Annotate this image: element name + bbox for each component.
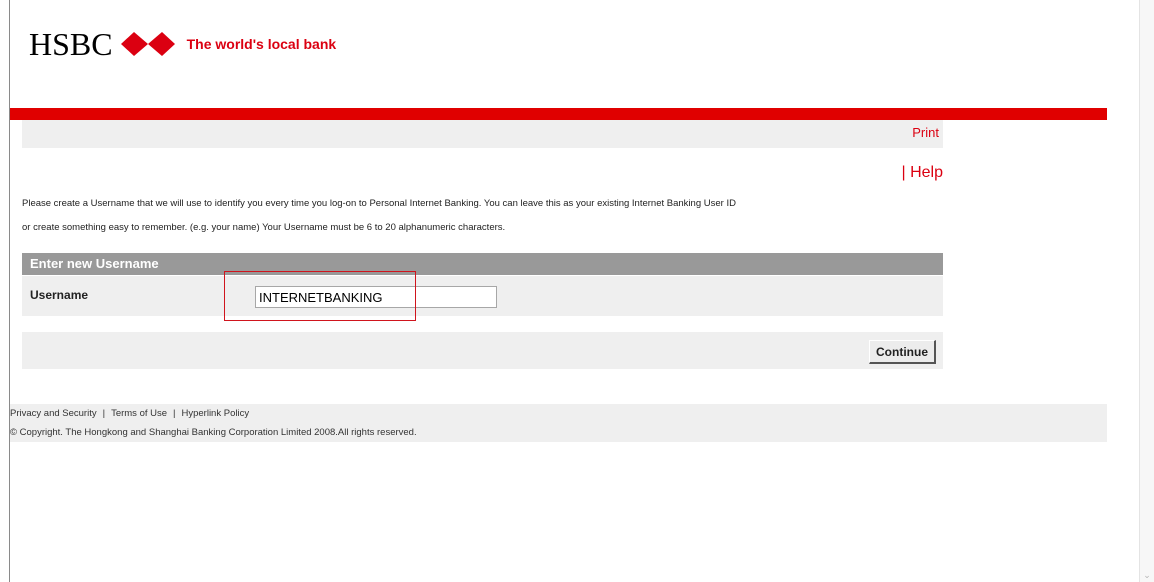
footer-link-terms[interactable]: Terms of Use: [111, 408, 167, 419]
username-row: Username: [22, 276, 943, 316]
brand-name: HSBC: [29, 26, 113, 62]
help-link[interactable]: Help: [910, 164, 943, 181]
footer-separator: |: [102, 408, 106, 419]
action-row: Continue: [22, 332, 943, 369]
help-row: | Help: [22, 164, 943, 182]
page: ⌄ HSBC The world's local bank Print | He…: [0, 0, 1154, 582]
site-header: HSBC The world's local bank: [29, 24, 336, 64]
username-input[interactable]: [255, 286, 497, 308]
print-link[interactable]: Print: [912, 125, 939, 140]
scroll-down-arrow-icon[interactable]: ⌄: [1143, 571, 1151, 580]
print-bar: Print: [22, 120, 943, 148]
footer-links: Privacy and Security | Terms of Use | Hyperl…: [10, 408, 249, 419]
window-left-border: [9, 0, 10, 582]
footer-link-privacy[interactable]: Privacy and Security: [10, 408, 97, 419]
footer-separator: |: [173, 408, 176, 419]
vertical-scrollbar[interactable]: ⌄: [1139, 0, 1154, 582]
instructions-line-1: Please create a Username that we will us…: [22, 198, 736, 209]
help-separator: |: [901, 164, 906, 181]
username-label: Username: [30, 288, 89, 302]
continue-button[interactable]: Continue: [869, 340, 936, 364]
tagline: The world's local bank: [186, 36, 337, 52]
copyright-text: © Copyright. The Hongkong and Shanghai B…: [10, 427, 417, 438]
footer-link-hyperlink-policy[interactable]: Hyperlink Policy: [182, 408, 250, 419]
instructions-line-2: or create something easy to remember. (e…: [22, 222, 506, 233]
header-red-bar: [10, 108, 1107, 120]
section-title: Enter new Username: [22, 253, 943, 275]
hsbc-logo-icon: [120, 32, 175, 56]
footer: Privacy and Security | Terms of Use | Hyperl…: [10, 404, 1107, 442]
instructions-text: Please create a Username that we will us…: [22, 192, 952, 240]
